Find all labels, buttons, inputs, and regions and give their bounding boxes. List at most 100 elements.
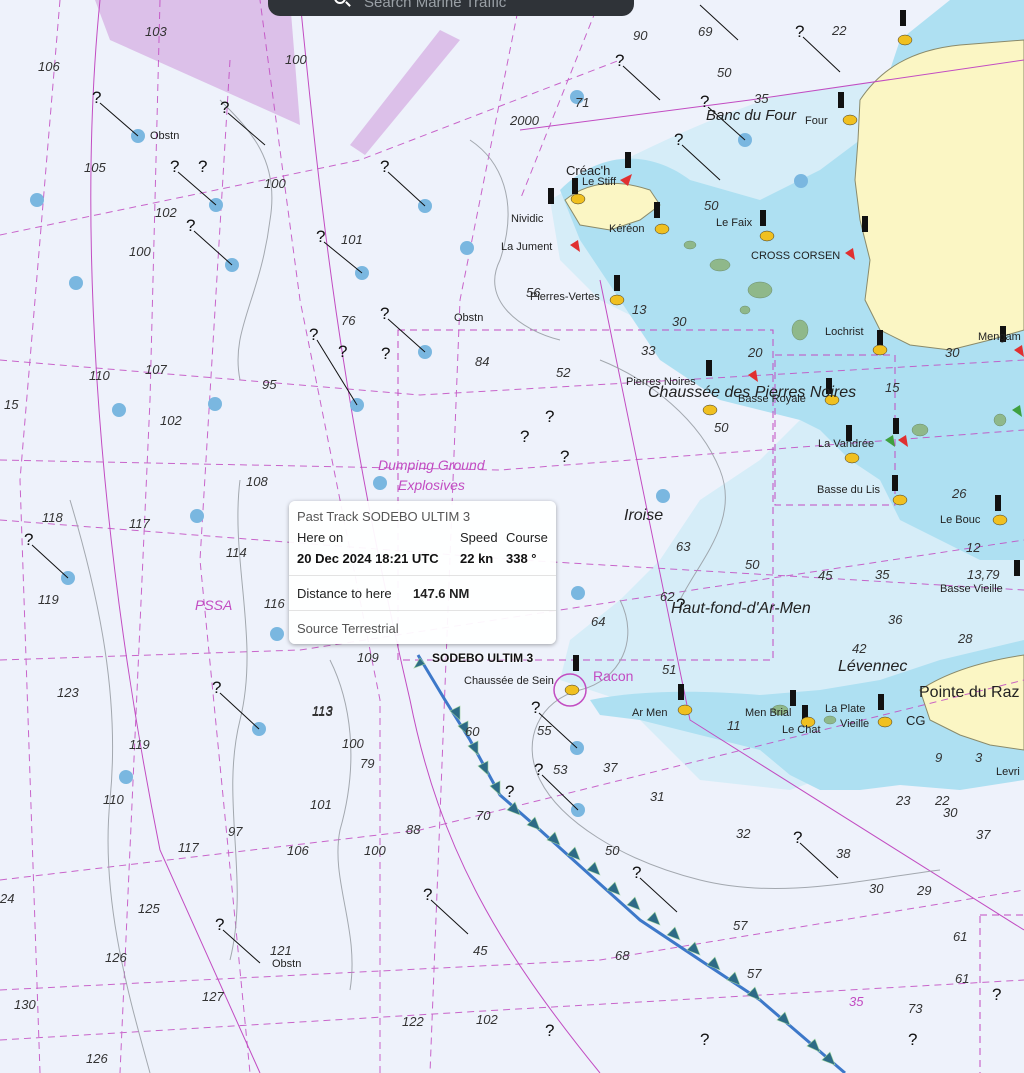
depth-label: 105 — [84, 160, 106, 175]
place-name: Haut-fond-d'Ar-Men — [671, 600, 811, 617]
svg-text:?: ? — [531, 698, 540, 717]
place-name: Levri — [996, 766, 1020, 778]
place-name: Chaussée des Pierres Noires — [648, 384, 857, 401]
svg-text:?: ? — [795, 22, 804, 41]
depth-label: 30 — [945, 345, 960, 360]
search-input[interactable]: Search Marine Traffic — [364, 0, 506, 11]
place-name: Le Chat — [782, 724, 821, 736]
depth-label: 45 — [473, 943, 488, 958]
depth-label: 50 — [605, 843, 620, 858]
depth-label: 90 — [633, 28, 648, 43]
depth-label: 35 — [849, 994, 864, 1009]
depth-label: 84 — [475, 354, 490, 369]
course-value: 338 ° — [506, 551, 537, 566]
depth-label: 51 — [662, 662, 677, 677]
depth-label: 13 — [632, 302, 647, 317]
depth-label: 61 — [953, 929, 968, 944]
depth-label: 33 — [641, 343, 656, 358]
depth-label: 9 — [935, 750, 943, 765]
depth-label: 127 — [202, 989, 224, 1004]
place-name: Le Stiff — [582, 176, 617, 188]
depth-label: 100 — [129, 244, 151, 259]
depth-label: 24 — [0, 891, 15, 906]
depth-label: 116 — [264, 596, 285, 611]
place-name: Pierres-Vertes — [530, 291, 600, 303]
svg-text:?: ? — [92, 88, 101, 107]
place-name: Ar Men — [632, 707, 668, 719]
depth-label: 68 — [615, 948, 630, 963]
depth-label: 35 — [875, 567, 890, 582]
svg-text:?: ? — [992, 985, 1001, 1004]
depth-label: 28 — [958, 631, 973, 646]
depth-label: 108 — [246, 474, 268, 489]
svg-text:?: ? — [380, 157, 389, 176]
place-name: La Jument — [501, 241, 553, 253]
depth-label: 15 — [885, 380, 900, 395]
depth-label: 11 — [727, 718, 741, 733]
depth-label: 26 — [952, 486, 967, 501]
svg-text:?: ? — [24, 530, 33, 549]
depth-label: 107 — [145, 362, 167, 377]
depth-label: 50 — [717, 65, 732, 80]
past-track-popup[interactable]: Past Track SODEBO ULTIM 3 Here on Speed … — [289, 501, 556, 644]
depth-label: 45 — [818, 568, 833, 583]
distance-label: Distance to here — [297, 586, 392, 601]
place-name: Obstn — [454, 312, 484, 324]
depth-label: 50 — [704, 198, 719, 213]
depth-label: 50 — [745, 557, 760, 572]
speed-value: 22 kn — [460, 551, 494, 566]
depth-label: 2000 — [510, 113, 539, 128]
place-name: CROSS CORSEN — [751, 250, 841, 262]
depth-label: 119 — [38, 592, 59, 607]
depth-label: 32 — [736, 826, 751, 841]
depth-label: 57 — [747, 966, 762, 981]
place-name: Racon — [593, 668, 634, 684]
depth-label: 23 — [896, 793, 911, 808]
course-label: Course — [506, 530, 548, 545]
depth-label: 71 — [575, 95, 590, 110]
place-name: Obstn — [272, 958, 302, 970]
depth-label: 50 — [714, 420, 729, 435]
depth-label: 29 — [917, 883, 932, 898]
depth-label: 22 — [832, 23, 847, 38]
datetime-value: 20 Dec 2024 18:21 UTC — [297, 551, 439, 566]
place-name: Banc du Four — [706, 107, 797, 124]
depth-label: 30 — [869, 881, 884, 896]
depth-label: 123 — [57, 685, 79, 700]
search-bar[interactable]: Search Marine Traffic — [268, 0, 634, 16]
vessel-name-label[interactable]: SODEBO ULTIM 3 — [432, 651, 533, 665]
depth-label: 88 — [406, 822, 421, 837]
svg-text:?: ? — [545, 407, 554, 426]
depth-label: 37 — [976, 827, 991, 842]
place-name: Basse Vieille — [940, 583, 1003, 595]
depth-label: 42 — [852, 641, 867, 656]
depth-label: 102 — [160, 413, 182, 428]
restricted-zone-strip — [350, 30, 460, 155]
depth-label: 57 — [733, 918, 748, 933]
popup-divider — [289, 575, 556, 576]
place-name: PSSA — [195, 597, 233, 613]
search-icon[interactable] — [334, 0, 346, 4]
svg-text:?: ? — [309, 325, 318, 344]
depth-label: 76 — [341, 313, 356, 328]
svg-text:?: ? — [198, 157, 207, 176]
svg-text:?: ? — [338, 342, 347, 361]
depth-label: 117 — [178, 840, 199, 855]
depth-label: 3 — [975, 750, 983, 765]
depth-label: 52 — [556, 365, 571, 380]
place-name: Dumping Ground — [378, 457, 485, 473]
depth-label: 101 — [341, 232, 363, 247]
here-on-label: Here on — [297, 530, 344, 545]
depth-label: 100 — [364, 843, 386, 858]
depth-label: 102 — [476, 1012, 498, 1027]
restricted-zone — [95, 0, 300, 125]
depth-label: 55 — [537, 723, 552, 738]
svg-text:?: ? — [632, 863, 641, 882]
depth-label: 122 — [402, 1014, 424, 1029]
nautical-chart-map[interactable]: ???????????????????????????????? 103 106… — [0, 0, 1024, 1073]
depth-label: 36 — [888, 612, 903, 627]
place-name: Kéréon — [609, 223, 645, 235]
depth-label: 73 — [908, 1001, 923, 1016]
depth-label: 101 — [310, 797, 332, 812]
source-label: Source Terrestrial — [297, 621, 399, 636]
